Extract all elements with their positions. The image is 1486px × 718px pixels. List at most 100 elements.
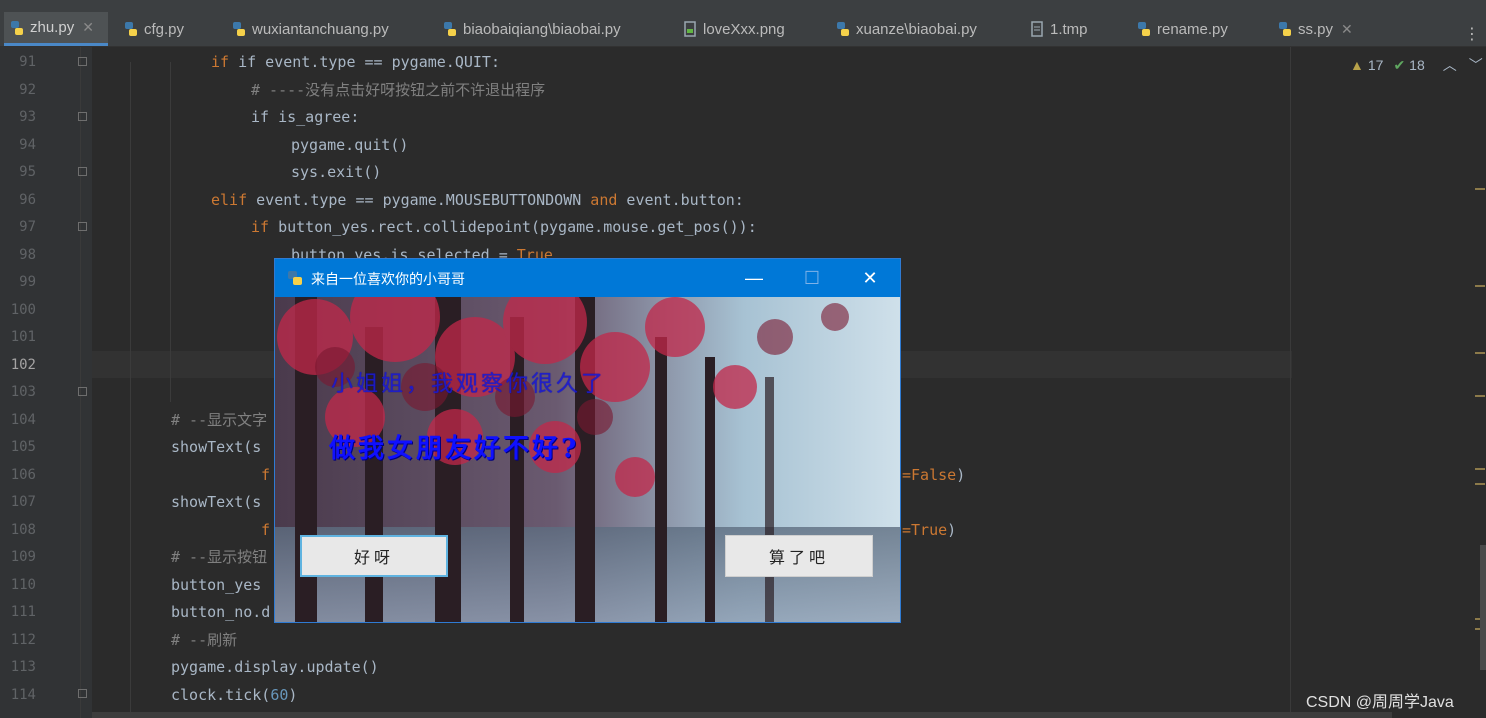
tab-lovexxx-png[interactable]: loveXxx.png bbox=[677, 12, 791, 46]
chevron-down-icon[interactable]: ﹀ bbox=[1469, 55, 1483, 75]
tab-wuxiantanchuang-py[interactable]: wuxiantanchuang.py bbox=[226, 12, 395, 46]
tab-label: ss.py bbox=[1298, 20, 1334, 38]
python-file-icon bbox=[444, 22, 456, 36]
maximize-icon[interactable]: ☐ bbox=[783, 259, 841, 297]
line-number: 108 bbox=[10, 521, 36, 538]
line-number: 98 bbox=[19, 246, 36, 263]
csdn-watermark: CSDN @周周学Java bbox=[1306, 694, 1454, 711]
tab-label: xuanze\biaobai.py bbox=[856, 20, 977, 38]
code-text: event.button: bbox=[617, 191, 744, 209]
line-number: 99 bbox=[19, 274, 36, 290]
editor-tab-bar: zhu.py ✕ cfg.py wuxiantanchuang.py biaob… bbox=[0, 12, 1486, 47]
tab-rename-py[interactable]: rename.py bbox=[1131, 12, 1234, 46]
keyword: =False bbox=[902, 466, 957, 484]
code-text: button_yes.rect.collidepoint(pygame.mous… bbox=[269, 218, 757, 236]
window-titlebar[interactable]: 来自一位喜欢你的小哥哥 — ☐ ✕ bbox=[275, 259, 900, 297]
yes-button[interactable]: 好呀 bbox=[300, 535, 448, 577]
keyword: =True bbox=[902, 521, 948, 539]
line-number: 102 bbox=[10, 356, 36, 373]
horizontal-scrollbar[interactable] bbox=[92, 712, 1392, 718]
scroll-marker[interactable] bbox=[1475, 352, 1485, 354]
line-number: 111 bbox=[10, 604, 36, 620]
python-file-icon bbox=[1138, 22, 1150, 36]
warning-icon: ▲ bbox=[1350, 57, 1364, 73]
code-text: f bbox=[261, 466, 271, 484]
fold-marker-icon[interactable] bbox=[78, 167, 87, 176]
scroll-marker[interactable] bbox=[1475, 395, 1485, 397]
code-line-108-tail: =True) bbox=[902, 520, 956, 540]
scroll-marker[interactable] bbox=[1475, 285, 1485, 287]
no-button[interactable]: 算了吧 bbox=[725, 535, 873, 577]
number-literal: 60 bbox=[270, 686, 289, 704]
tab-cfg-py[interactable]: cfg.py bbox=[118, 12, 190, 46]
fold-marker-icon[interactable] bbox=[78, 57, 87, 66]
line-number: 101 bbox=[10, 329, 36, 345]
line-number: 103 bbox=[10, 384, 36, 400]
code-line-95: sys.exit() bbox=[291, 163, 382, 181]
line-number: 112 bbox=[10, 631, 36, 648]
code-line-112: # --刷新 bbox=[171, 631, 238, 649]
code-line-109: # --显示按钮 bbox=[171, 548, 268, 566]
line-number: 109 bbox=[10, 549, 36, 565]
fold-marker-icon[interactable] bbox=[78, 689, 87, 698]
code-line-92: # ----没有点击好呀按钮之前不许退出程序 bbox=[251, 81, 546, 99]
line-number: 91 bbox=[19, 54, 36, 70]
forest-background-image: 小姐姐，我观察你很久了 做我女朋友好不好? 好呀 算了吧 bbox=[275, 297, 900, 622]
tab-ss-py[interactable]: ss.py ✕ bbox=[1272, 12, 1359, 46]
close-icon[interactable]: ✕ bbox=[1341, 21, 1353, 38]
more-tabs-icon[interactable]: ⋮ bbox=[1464, 24, 1480, 43]
dialog-line-2: 做我女朋友好不好? bbox=[329, 434, 580, 464]
line-number: 92 bbox=[19, 81, 36, 98]
line-number: 106 bbox=[10, 466, 36, 483]
check-icon: ✔ bbox=[1393, 56, 1406, 73]
tab-biaobaiqiang-biaobai-py[interactable]: biaobaiqiang\biaobai.py bbox=[437, 12, 627, 46]
code-line-105: showText(s bbox=[171, 438, 262, 456]
tab-label: loveXxx.png bbox=[703, 20, 785, 38]
code-line-91: if if event.type == pygame.QUIT: bbox=[211, 53, 500, 71]
code-line-97: if button_yes.rect.collidepoint(pygame.m… bbox=[251, 217, 757, 237]
close-icon[interactable]: ✕ bbox=[82, 19, 94, 36]
code-text: if event.type == pygame.QUIT: bbox=[238, 53, 500, 71]
pygame-window: 来自一位喜欢你的小哥哥 — ☐ ✕ 小姐姐，我观察你很久了 做我女朋友好不好? … bbox=[274, 258, 901, 623]
code-line-111: button_no.d bbox=[171, 603, 271, 621]
python-file-icon bbox=[233, 22, 245, 36]
keyword: elif bbox=[211, 191, 248, 209]
code-line-108: f bbox=[261, 520, 270, 540]
tab-xuanze-biaobai-py[interactable]: xuanze\biaobai.py bbox=[830, 12, 983, 46]
code-line-104: # --显示文字 bbox=[171, 411, 268, 429]
text-file-icon bbox=[1031, 21, 1043, 37]
warning-count: 17 bbox=[1367, 57, 1384, 73]
line-number: 96 bbox=[19, 191, 36, 208]
inspection-widget[interactable]: ▲ 17 ✔ 18 ︿ ﹀ bbox=[1350, 55, 1483, 75]
tab-zhu-py[interactable]: zhu.py ✕ bbox=[4, 12, 108, 46]
scroll-marker[interactable] bbox=[1475, 483, 1485, 485]
code-text: ) bbox=[288, 686, 298, 704]
line-number: 110 bbox=[10, 576, 36, 593]
line-number: 100 bbox=[10, 301, 36, 318]
tab-label: 1.tmp bbox=[1050, 20, 1088, 38]
tab-label: cfg.py bbox=[144, 20, 185, 38]
fold-marker-icon[interactable] bbox=[78, 387, 87, 396]
python-file-icon bbox=[837, 22, 849, 36]
code-line-94: pygame.quit() bbox=[291, 136, 409, 154]
code-line-96: elif event.type == pygame.MOUSEBUTTONDOW… bbox=[211, 190, 744, 210]
scroll-marker[interactable] bbox=[1475, 468, 1485, 470]
code-line-106-tail: =False) bbox=[902, 465, 965, 485]
code-text: f bbox=[261, 521, 271, 539]
code-text: ) bbox=[956, 466, 966, 484]
code-line-113: pygame.display.update() bbox=[171, 658, 379, 676]
close-window-icon[interactable]: ✕ bbox=[841, 259, 899, 297]
line-number: 105 bbox=[10, 439, 36, 455]
fold-marker-icon[interactable] bbox=[78, 112, 87, 121]
tab-1-tmp[interactable]: 1.tmp bbox=[1024, 12, 1094, 46]
code-line-107: showText(s bbox=[171, 493, 262, 511]
chevron-up-icon[interactable]: ︿ bbox=[1443, 55, 1457, 75]
code-line-110: button_yes bbox=[171, 576, 262, 594]
scroll-marker[interactable] bbox=[1475, 188, 1485, 190]
vertical-scrollbar[interactable] bbox=[1480, 545, 1486, 670]
tab-label: biaobaiqiang\biaobai.py bbox=[463, 20, 621, 38]
image-file-icon bbox=[684, 21, 696, 37]
line-number: 97 bbox=[19, 219, 36, 235]
minimize-icon[interactable]: — bbox=[725, 259, 783, 297]
fold-marker-icon[interactable] bbox=[78, 222, 87, 231]
